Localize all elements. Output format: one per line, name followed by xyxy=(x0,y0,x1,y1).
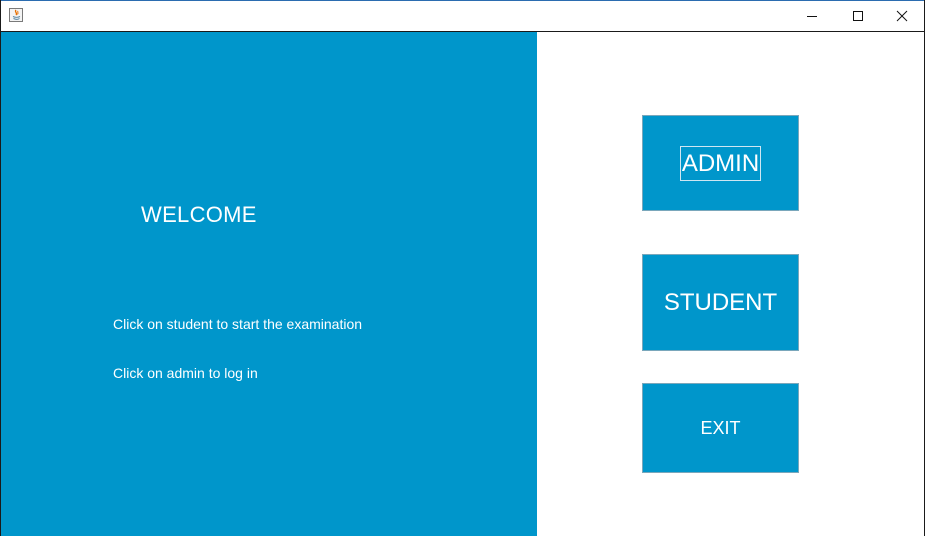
student-instruction: Click on student to start the examinatio… xyxy=(113,316,363,332)
welcome-heading: WELCOME xyxy=(141,202,257,227)
close-icon xyxy=(896,10,908,22)
admin-button-label: ADMIN xyxy=(679,145,762,181)
title-bar[interactable] xyxy=(1,0,924,31)
maximize-button[interactable] xyxy=(835,1,881,31)
student-button-label: STUDENT xyxy=(663,288,778,316)
close-button[interactable] xyxy=(879,1,925,31)
welcome-panel: WELCOME Click on student to start the ex… xyxy=(1,32,537,536)
admin-instruction: Click on admin to log in xyxy=(113,365,258,381)
minimize-button[interactable] xyxy=(789,1,835,31)
java-icon[interactable] xyxy=(9,8,23,22)
exit-button[interactable]: EXIT xyxy=(642,383,799,473)
student-button[interactable]: STUDENT xyxy=(642,254,799,351)
maximize-icon xyxy=(853,11,863,21)
admin-button[interactable]: ADMIN xyxy=(642,115,799,211)
exit-button-label: EXIT xyxy=(700,417,741,438)
minimize-icon xyxy=(807,16,817,17)
app-window: WELCOME Click on student to start the ex… xyxy=(0,0,925,536)
